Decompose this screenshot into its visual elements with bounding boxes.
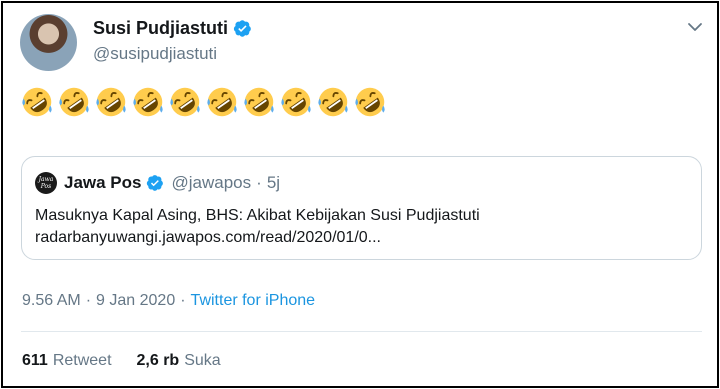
quoted-text-line1: Masuknya Kapal Asing, BHS: Akibat Kebija… xyxy=(35,207,480,224)
author-avatar[interactable] xyxy=(20,14,77,71)
retweet-label: Retweet xyxy=(52,352,112,369)
like-stat[interactable]: 2,6 rb Suka xyxy=(137,352,221,370)
retweet-stat[interactable]: 611 Retweet xyxy=(22,352,112,370)
verified-badge-icon xyxy=(233,20,251,37)
tweet-time[interactable]: 9.56 AM xyxy=(22,292,81,310)
rolling-laughing-emoji-icon xyxy=(96,87,126,117)
tweet-meta: 9.56 AM · 9 Jan 2020 · Twitter for iPhon… xyxy=(22,292,315,310)
meta-separator: · xyxy=(180,292,186,309)
rolling-laughing-emoji-icon xyxy=(133,87,163,117)
rolling-laughing-emoji-icon xyxy=(355,87,385,117)
quoted-tweet[interactable]: Jawa Pos Jawa Pos @jawapos · 5j Masuknya… xyxy=(21,156,702,260)
like-count: 2,6 rb xyxy=(136,352,180,369)
tweet-source-link[interactable]: Twitter for iPhone xyxy=(191,292,316,310)
author-name-row: Susi Pudjiastuti xyxy=(93,18,252,39)
quoted-text: Masuknya Kapal Asing, BHS: Akibat Kebija… xyxy=(35,205,480,249)
author-name[interactable]: Susi Pudjiastuti xyxy=(93,18,228,39)
author-handle[interactable]: @susipudjiastuti xyxy=(93,44,217,64)
quoted-name: Jawa Pos xyxy=(64,173,142,192)
quoted-time: 5j xyxy=(266,173,281,192)
tweet-card: Susi Pudjiastuti @susipudjiastuti Jawa P… xyxy=(1,1,719,388)
rolling-laughing-emoji-icon xyxy=(318,87,348,117)
like-label: Suka xyxy=(184,352,221,369)
rolling-laughing-emoji-icon xyxy=(281,87,311,117)
stats-divider xyxy=(21,331,702,332)
quoted-text-link: radarbanyuwangi.jawapos.com/read/2020/01… xyxy=(35,229,381,246)
rolling-laughing-emoji-icon xyxy=(59,87,89,117)
verified-badge-icon xyxy=(146,175,163,191)
tweet-stats: 611 Retweet 2,6 rb Suka xyxy=(22,352,221,370)
retweet-count: 611 xyxy=(22,352,48,369)
rolling-laughing-emoji-icon xyxy=(170,87,200,117)
tweet-text-emojis xyxy=(21,86,386,118)
chevron-down-icon[interactable] xyxy=(687,19,703,35)
meta-separator: · xyxy=(85,292,92,309)
rolling-laughing-emoji-icon xyxy=(22,87,52,117)
quoted-dot: · xyxy=(256,173,262,192)
quoted-avatar: Jawa Pos xyxy=(35,172,57,194)
quoted-handle: @jawapos xyxy=(171,173,252,192)
rolling-laughing-emoji-icon xyxy=(244,87,274,117)
tweet-date[interactable]: 9 Jan 2020 xyxy=(96,292,175,310)
quoted-header: Jawa Pos @jawapos · 5j xyxy=(64,173,280,193)
rolling-laughing-emoji-icon xyxy=(207,87,237,117)
